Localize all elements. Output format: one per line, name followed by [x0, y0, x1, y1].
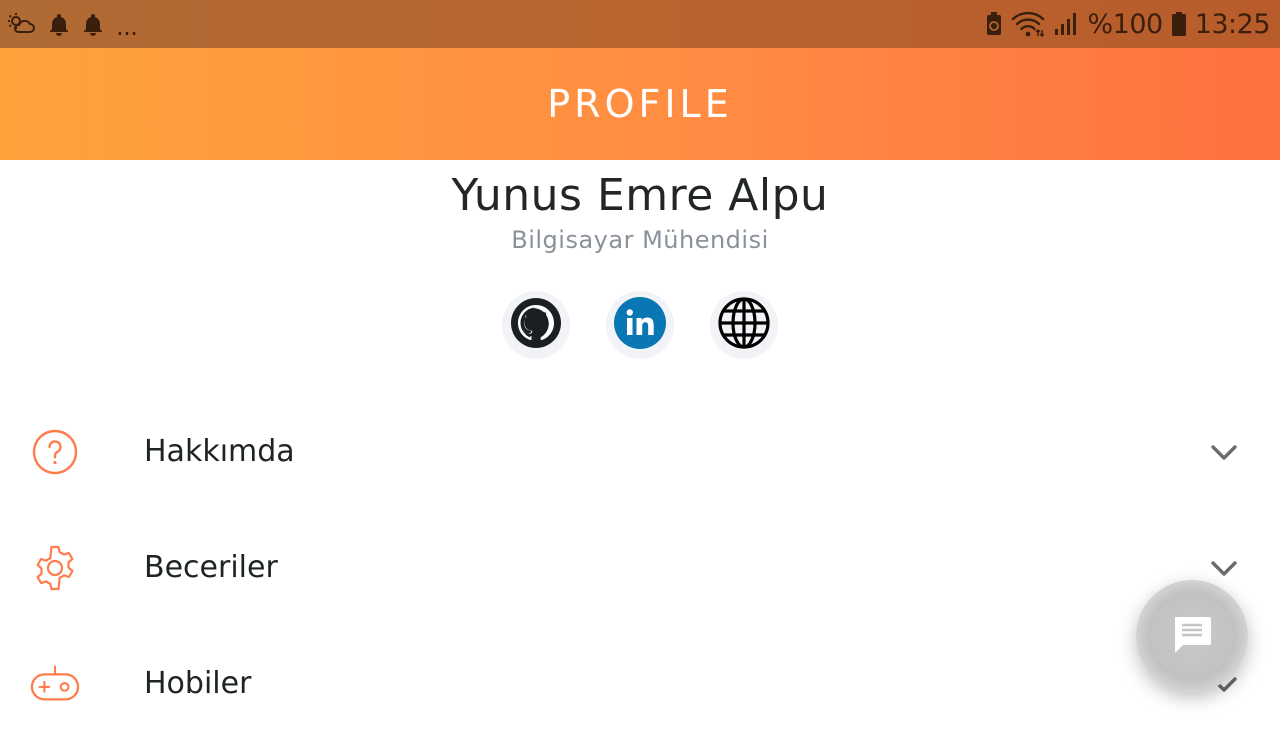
menu-item-hobbies[interactable]: Hobiler: [0, 626, 1280, 742]
menu-item-label: Hobiler: [144, 666, 252, 701]
website-link-button[interactable]: [710, 291, 778, 359]
weather-icon: [6, 12, 36, 36]
menu-item-about[interactable]: Hakkımda: [0, 394, 1280, 510]
chat-fab-button[interactable]: [1136, 580, 1248, 692]
clock: 13:25: [1194, 8, 1271, 40]
globe-icon: [717, 296, 771, 355]
notification-bell-icon: [82, 12, 104, 36]
overflow-indicator: ...: [116, 13, 138, 41]
menu-item-label: Beceriler: [144, 550, 278, 585]
battery-icon: [1171, 11, 1187, 37]
battery-percent: %100: [1087, 8, 1163, 40]
page-title: PROFILE: [547, 82, 733, 126]
chevron-down-icon[interactable]: [1208, 436, 1240, 468]
signal-icon: [1053, 11, 1079, 37]
app-header: PROFILE: [0, 48, 1280, 160]
gear-icon: [30, 544, 80, 592]
status-right: %100 13:25: [985, 0, 1271, 48]
profile-name: Yunus Emre Alpu: [451, 170, 829, 221]
notification-bell-icon: [48, 12, 70, 36]
menu-item-skills[interactable]: Beceriler: [0, 510, 1280, 626]
menu-item-label: Hakkımda: [144, 434, 295, 469]
social-links: [0, 291, 1280, 359]
status-left: ...: [6, 0, 138, 48]
chevron-down-icon[interactable]: [1208, 552, 1240, 584]
linkedin-link-button[interactable]: [606, 291, 674, 359]
github-icon: [509, 296, 563, 355]
battery-saver-icon: [985, 11, 1003, 37]
help-circle-icon: [30, 428, 80, 476]
gamepad-icon: [30, 660, 80, 708]
chat-icon: [1171, 613, 1213, 660]
github-link-button[interactable]: [502, 291, 570, 359]
status-bar: ... %100 13:25: [0, 0, 1280, 48]
linkedin-icon: [613, 296, 667, 355]
wifi-icon: [1011, 10, 1046, 38]
profile-job-title: Bilgisayar Mühendisi: [511, 226, 769, 254]
